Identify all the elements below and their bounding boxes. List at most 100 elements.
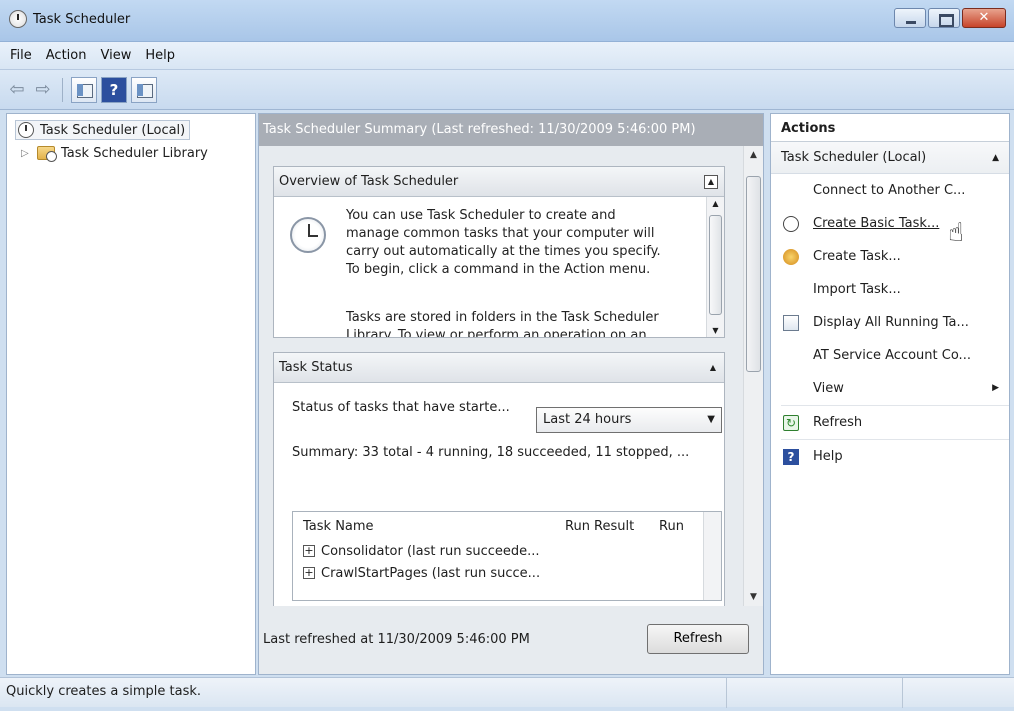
action-label: AT Service Account Co... <box>813 348 971 363</box>
menu-file[interactable]: File <box>3 48 39 63</box>
action-label: Connect to Another C... <box>813 183 966 198</box>
menu-action[interactable]: Action <box>39 48 94 63</box>
expand-arrow-icon[interactable]: ▷ <box>21 148 33 159</box>
action-create-basic-task[interactable]: Create Basic Task... <box>771 207 1009 240</box>
actions-pane: Actions Task Scheduler (Local) ▲ Connect… <box>770 113 1010 675</box>
tree-item-label: Task Scheduler Library <box>61 145 208 161</box>
overview-line: To begin, click a command in the Action … <box>346 262 651 277</box>
status-period-select[interactable]: Last 24 hours ▼ <box>536 407 722 433</box>
summary-header: Task Scheduler Summary (Last refreshed: … <box>259 114 763 146</box>
folder-clock-icon <box>37 146 57 162</box>
summary-scrollbar[interactable]: ▲ ▼ <box>743 146 763 606</box>
task-list-header: Task Name Run Result Run <box>293 512 721 540</box>
show-hide-console-tree-icon[interactable] <box>71 76 97 103</box>
overview-line: You can use Task Scheduler to create and <box>346 208 616 223</box>
action-display-all-running-tasks[interactable]: Display All Running Ta... <box>771 306 1009 339</box>
submenu-arrow-icon: ▶ <box>992 383 999 393</box>
task-row[interactable]: + Consolidator (last run succeede... <box>293 540 721 562</box>
menu-view[interactable]: View <box>93 48 138 63</box>
task-list-scrollbar[interactable] <box>703 512 721 600</box>
collapse-arrow-icon[interactable]: ▲ <box>992 142 999 174</box>
summary-footer: Last refreshed at 11/30/2009 5:46:00 PM … <box>259 606 763 674</box>
task-row[interactable]: + CrawlStartPages (last run succe... <box>293 562 721 584</box>
scroll-up-arrow-icon[interactable]: ▲ <box>744 146 763 164</box>
collapse-arrow-icon[interactable]: ▲ <box>710 353 716 383</box>
status-filter-label: Status of tasks that have starte... <box>292 400 510 415</box>
back-arrow-icon[interactable]: ⇦ <box>6 79 28 101</box>
running-tasks-icon <box>783 315 799 331</box>
action-label: Create Basic Task... <box>813 216 940 231</box>
expand-plus-icon[interactable]: + <box>303 567 315 579</box>
expand-plus-icon[interactable]: + <box>303 545 315 557</box>
help-icon: ? <box>783 449 799 465</box>
action-refresh[interactable]: Refresh <box>771 406 1009 440</box>
task-status-section: Task Status ▲ Status of tasks that have … <box>273 352 725 606</box>
overview-title: Overview of Task Scheduler <box>279 174 459 189</box>
overview-scrollbar[interactable]: ▲ ▼ <box>706 197 724 337</box>
status-period-value: Last 24 hours <box>543 412 632 427</box>
overview-section: Overview of Task Scheduler ▲ You can use… <box>273 166 725 338</box>
action-help[interactable]: ? Help <box>771 440 1009 473</box>
task-scheduler-icon <box>9 10 27 28</box>
task-row-label: Consolidator (last run succeede... <box>321 543 540 559</box>
refresh-button[interactable]: Refresh <box>647 624 749 654</box>
overview-line: manage common tasks that your computer w… <box>346 226 655 241</box>
tree-item-task-scheduler-local[interactable]: Task Scheduler (Local) <box>15 120 191 140</box>
task-status-header[interactable]: Task Status ▲ <box>274 353 724 383</box>
forward-arrow-icon[interactable]: ⇨ <box>32 79 54 101</box>
tree-item-label: Task Scheduler (Local) <box>40 122 186 138</box>
title-bar: Task Scheduler ✕ <box>0 0 1014 42</box>
menu-bar: File Action View Help <box>0 42 1014 70</box>
actions-group-label: Task Scheduler (Local) <box>781 150 927 165</box>
overview-paragraph-1: You can use Task Scheduler to create and… <box>346 207 691 279</box>
dropdown-arrow-icon: ▼ <box>707 414 715 425</box>
window-title: Task Scheduler <box>33 12 131 27</box>
scroll-thumb[interactable] <box>746 176 761 372</box>
task-row-label: CrawlStartPages (last run succe... <box>321 565 541 581</box>
show-hide-action-pane-icon[interactable] <box>131 76 157 103</box>
maximize-button[interactable] <box>928 8 960 28</box>
task-icon <box>783 249 799 265</box>
status-summary: Summary: 33 total - 4 running, 18 succee… <box>292 445 690 460</box>
overview-header[interactable]: Overview of Task Scheduler ▲ <box>274 167 724 197</box>
scroll-thumb[interactable] <box>709 215 722 315</box>
window-controls: ✕ <box>894 8 1006 28</box>
last-refreshed-text: Last refreshed at 11/30/2009 5:46:00 PM <box>263 632 530 647</box>
action-at-service-account[interactable]: AT Service Account Co... <box>771 339 1009 372</box>
refresh-icon <box>783 407 799 440</box>
tree-item-task-scheduler-library[interactable]: ▷ Task Scheduler Library <box>21 143 208 163</box>
toolbar: ⇦ ⇨ ? <box>0 70 1014 110</box>
console-tree: Task Scheduler (Local) ▷ Task Scheduler … <box>6 113 256 675</box>
actions-title: Actions <box>771 114 1009 142</box>
action-view[interactable]: View ▶ <box>771 372 1009 405</box>
summary-pane: Task Scheduler Summary (Last refreshed: … <box>258 113 764 675</box>
status-bar-separator <box>726 678 727 708</box>
action-connect-to-another-computer[interactable]: Connect to Another C... <box>771 174 1009 207</box>
minimize-button[interactable] <box>894 8 926 28</box>
large-clock-icon <box>290 217 326 253</box>
overview-line: Tasks are stored in folders in the Task … <box>346 310 659 325</box>
action-label: Help <box>813 449 843 464</box>
scroll-up-arrow-icon[interactable]: ▲ <box>707 199 724 208</box>
task-status-title: Task Status <box>279 360 353 375</box>
action-label: View <box>813 381 844 396</box>
clock-icon <box>783 216 799 232</box>
action-import-task[interactable]: Import Task... <box>771 273 1009 306</box>
action-label: Display All Running Ta... <box>813 315 969 330</box>
overview-body: You can use Task Scheduler to create and… <box>274 197 724 337</box>
action-create-task[interactable]: Create Task... <box>771 240 1009 273</box>
menu-help[interactable]: Help <box>138 48 182 63</box>
column-run-result[interactable]: Run Result <box>555 519 649 534</box>
scroll-down-arrow-icon[interactable]: ▼ <box>707 326 724 335</box>
summary-scroll-area: Overview of Task Scheduler ▲ You can use… <box>259 146 763 606</box>
action-label: Refresh <box>813 415 863 430</box>
collapse-icon[interactable]: ▲ <box>704 175 718 189</box>
toolbar-separator <box>62 77 63 102</box>
status-bar: Quickly creates a simple task. <box>0 677 1014 708</box>
scroll-down-arrow-icon[interactable]: ▼ <box>744 588 763 606</box>
help-icon[interactable]: ? <box>101 76 127 103</box>
column-task-name[interactable]: Task Name <box>293 519 555 534</box>
column-run[interactable]: Run <box>649 519 684 534</box>
actions-group-header[interactable]: Task Scheduler (Local) ▲ <box>771 142 1009 174</box>
close-button[interactable]: ✕ <box>962 8 1006 28</box>
